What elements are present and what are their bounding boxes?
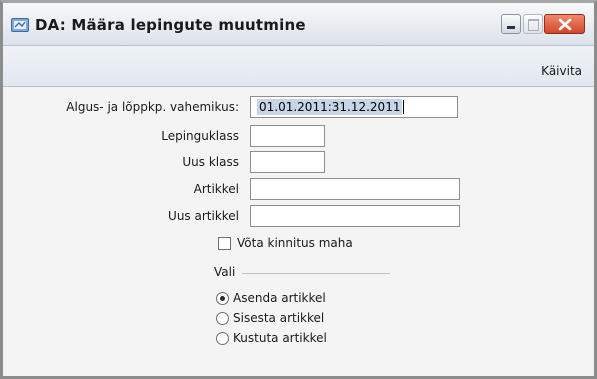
- new-article-label: Uus artikkel: [168, 209, 239, 223]
- register-app-icon: [11, 17, 29, 33]
- insert-article-radio[interactable]: [216, 312, 229, 325]
- run-button[interactable]: Käivita: [541, 64, 582, 78]
- replace-article-label: Asenda artikkel: [233, 291, 326, 305]
- toolbar: Käivita: [3, 46, 594, 87]
- group-divider: [242, 273, 390, 274]
- contract-class-input[interactable]: [250, 125, 325, 147]
- close-icon[interactable]: [544, 14, 585, 34]
- period-value: 01.01.2011:31.12.2011: [257, 99, 403, 115]
- remove-approval-checkbox[interactable]: [218, 237, 231, 250]
- replace-article-radio[interactable]: [216, 292, 229, 305]
- choice-group-label: Vali: [214, 265, 236, 279]
- period-input[interactable]: 01.01.2011:31.12.2011: [250, 96, 458, 118]
- period-label: Algus- ja lõppkp. vahemikus:: [66, 100, 239, 114]
- minimize-icon[interactable]: [501, 14, 521, 34]
- new-class-input[interactable]: [250, 151, 325, 173]
- contract-class-label: Lepinguklass: [161, 129, 239, 143]
- text-caret: [403, 100, 405, 114]
- article-input[interactable]: [250, 178, 460, 200]
- window-title: DA: Määra lepingute muutmine: [35, 16, 306, 34]
- delete-article-label: Kustuta artikkel: [233, 331, 327, 345]
- new-article-input[interactable]: [250, 205, 460, 227]
- delete-article-radio[interactable]: [216, 332, 229, 345]
- title-bar[interactable]: DA: Määra lepingute muutmine: [3, 3, 594, 46]
- new-class-label: Uus klass: [182, 155, 239, 169]
- form-area: Algus- ja lõppkp. vahemikus: 01.01.2011:…: [3, 87, 594, 376]
- dialog-window: DA: Määra lepingute muutmine Käivita Alg…: [0, 0, 597, 379]
- insert-article-label: Sisesta artikkel: [233, 311, 325, 325]
- remove-approval-label: Võta kinnitus maha: [237, 236, 353, 250]
- maximize-icon[interactable]: [523, 14, 543, 34]
- article-label: Artikkel: [193, 182, 239, 196]
